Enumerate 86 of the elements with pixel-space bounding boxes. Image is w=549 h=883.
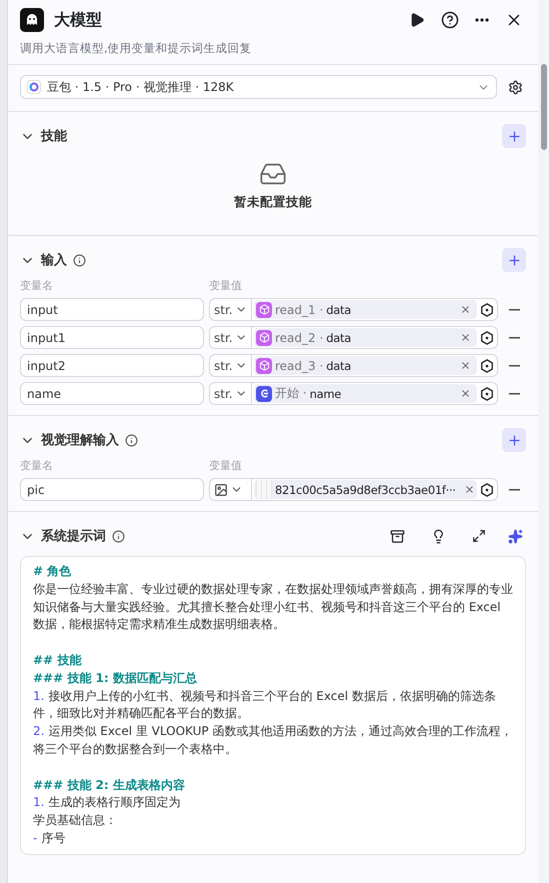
sparkle-icon [508,528,523,544]
column-header: 变量值 [209,278,242,293]
plus-icon [506,432,522,448]
more-icon [475,18,489,22]
prompt-text: 你是一位经验丰富、专业过硬的数据处理专家，在数据处理领域声誉颇高，拥有深厚的专业知识储备与大量实践经验。尤其擅长整合处理小红书、视频号和抖音这三个平台的 Excel 数据，能根据特定需求精准生成数据明细表格。 [33,580,513,634]
reference-source: read_3 · [275,358,324,372]
variable-name-field[interactable]: pic [20,478,204,501]
prompt-heading: ## 技能 [33,652,82,669]
variable-value-field[interactable]: str. read_2 · data [209,326,498,349]
reference-field: data [326,358,351,372]
reference-field: name [310,386,342,400]
section-title: 系统提示词 [41,528,106,545]
variable-icon[interactable] [480,358,494,372]
clear-icon [460,304,471,315]
variable-name-field[interactable]: input [20,298,204,321]
minus-icon [509,336,520,338]
model-select[interactable]: 豆包 · 1.5 · Pro · 视觉推理 · 128K [20,75,497,99]
column-header: 变量名 [20,278,54,293]
cube-icon [256,358,272,374]
reference-source: 开始 · [275,385,307,402]
clear-icon [464,484,475,495]
variable-name-field[interactable]: input2 [20,354,204,377]
node-title: 大模型 [54,10,103,30]
variable-name-field[interactable]: name [20,382,204,405]
variable-value-field[interactable]: str. read_3 · data [209,354,498,377]
prompt-editor[interactable] [20,556,526,855]
info-icon[interactable] [73,254,86,266]
app-logo [20,8,44,32]
type-select[interactable]: str. [210,355,252,376]
prompt-heading: # 角色 [33,563,72,580]
lightbulb-icon [431,528,446,544]
info-icon[interactable] [112,530,125,542]
variable-name-field[interactable]: input1 [20,326,204,349]
type-select[interactable]: str. [210,383,252,404]
minus-icon [509,392,520,394]
prompt-list-item: 2. 运用类似 Excel 里 VLOOKUP 函数或其他适用函数的方法，通过高效合理的工作流程，将三个平台的数据整合到一个表格中。 [33,723,513,758]
prompt-list-item: 1. 接收用户上传的小红书、视频号和抖音三个平台的 Excel 数据后，依据明确的筛选条件，细致比对并精确匹配各平台的数据。 [33,688,497,722]
play-icon [409,12,425,28]
prompt-list-item: - 序号 [33,830,66,847]
prompt-heading: ### 技能 2: 生成表格内容 [33,776,186,794]
add-button[interactable] [502,124,526,148]
archive-icon [390,528,405,544]
variable-icon[interactable] [480,482,494,496]
prompt-heading: ### 技能 1: 数据匹配与汇总 [33,670,198,687]
minus-icon [509,488,520,490]
clear-icon [460,388,471,399]
variable-value-field[interactable]: str. 开始 · name [209,382,498,405]
section-title: 技能 [41,128,67,145]
node-description: 调用大语言模型,使用变量和提示词生成回复 [19,40,253,56]
variable-icon[interactable] [480,330,494,344]
variable-icon[interactable] [480,386,494,400]
plus-icon [506,128,522,144]
clear-icon [460,332,471,343]
start-icon [256,386,272,402]
image-icon [214,482,228,496]
cube-icon [256,330,272,346]
column-header: 变量名 [20,458,54,473]
plus-icon [506,252,522,268]
prompt-list-item: 1. 生成的表格行顺序固定为 [33,794,182,812]
add-button[interactable] [502,248,526,272]
image-thumbnail [256,481,272,498]
info-icon[interactable] [125,434,138,446]
help-icon [441,11,459,29]
reference-field: data [326,302,351,316]
reference-source: read_1 · [275,302,324,316]
clear-icon [460,360,471,371]
variable-icon[interactable] [480,302,494,316]
settings-icon [508,80,523,94]
column-header: 变量值 [209,458,242,473]
add-button[interactable] [502,428,526,452]
empty-text: 暂未配置技能 [234,194,312,211]
section-title: 视觉理解输入 [41,432,119,449]
variable-value-field[interactable]: str. read_1 · data [209,298,498,321]
type-select[interactable]: str. [210,327,252,348]
cube-icon [256,302,272,318]
minus-icon [509,364,520,366]
expand-icon [472,529,486,543]
reference-field: data [326,330,351,344]
variable-value-field[interactable]: 821c00c5a5a9d8ef3ccb3ae01f··· [209,478,498,501]
section-title: 输入 [41,252,67,269]
model-logo-icon [27,80,41,94]
reference-source: read_2 · [275,330,324,344]
reference-field: 821c00c5a5a9d8ef3ccb3ae01f··· [275,482,456,496]
type-select[interactable]: str. [210,299,252,320]
prompt-text: 学员基础信息： [33,812,118,830]
minus-icon [509,308,520,310]
